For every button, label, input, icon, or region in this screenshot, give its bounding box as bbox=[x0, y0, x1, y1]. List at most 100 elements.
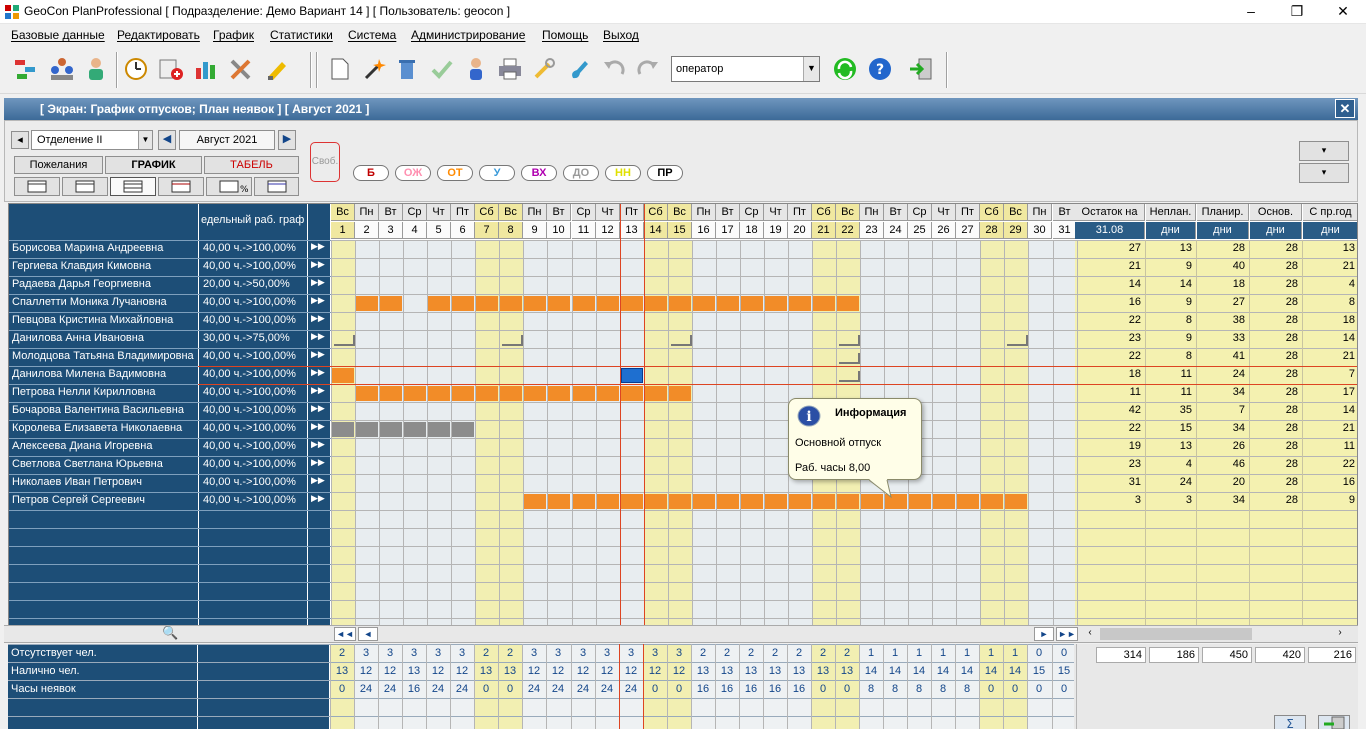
expand-row-icon[interactable]: ▶▶ bbox=[311, 277, 329, 288]
day-number-header[interactable]: 13 bbox=[620, 222, 644, 239]
absence-cell[interactable] bbox=[356, 296, 378, 311]
sum-icon[interactable]: Σ bbox=[1274, 715, 1306, 729]
day-number-header[interactable]: 12 bbox=[596, 222, 620, 239]
absence-cell[interactable] bbox=[717, 494, 739, 509]
legend-item[interactable]: ДО bbox=[563, 165, 599, 181]
chevron-down-icon[interactable]: ▼ bbox=[803, 57, 819, 81]
magic-wand-icon[interactable] bbox=[360, 56, 388, 82]
brush-icon[interactable] bbox=[565, 56, 593, 82]
scroll-prev-icon[interactable]: ◄ bbox=[358, 627, 378, 641]
employee-name[interactable]: Молодцова Татьяна Владимировна bbox=[12, 350, 196, 362]
day-number-header[interactable]: 10 bbox=[547, 222, 571, 239]
absence-cell[interactable] bbox=[380, 296, 402, 311]
absence-cell[interactable] bbox=[573, 386, 595, 401]
absence-cell[interactable] bbox=[621, 386, 643, 401]
redo-icon[interactable] bbox=[634, 56, 662, 82]
expand-row-icon[interactable]: ▶▶ bbox=[311, 331, 329, 342]
view-button[interactable]: % bbox=[206, 177, 252, 196]
absence-cell[interactable] bbox=[1005, 494, 1027, 509]
expand-row-icon[interactable]: ▶▶ bbox=[311, 421, 329, 432]
absence-cell[interactable] bbox=[452, 386, 474, 401]
absence-cell[interactable] bbox=[356, 386, 378, 401]
employee-name[interactable]: Алексеева Диана Игоревна bbox=[12, 440, 196, 452]
chevron-down-icon[interactable]: ▼ bbox=[138, 131, 152, 149]
absence-cell[interactable] bbox=[380, 422, 402, 437]
absence-cell[interactable] bbox=[476, 386, 498, 401]
absence-cell[interactable] bbox=[669, 296, 691, 311]
day-number-header[interactable]: 21 bbox=[812, 222, 836, 239]
scroll-down-button[interactable]: ▾ bbox=[1299, 163, 1349, 183]
absence-cell[interactable] bbox=[548, 494, 570, 509]
absence-cell[interactable] bbox=[548, 296, 570, 311]
absence-cell[interactable] bbox=[476, 296, 498, 311]
menu-edit[interactable]: Редактировать bbox=[117, 28, 200, 42]
expand-row-icon[interactable]: ▶▶ bbox=[311, 475, 329, 486]
day-number-header[interactable]: 7 bbox=[475, 222, 499, 239]
view-button[interactable] bbox=[14, 177, 60, 196]
absence-cell[interactable] bbox=[332, 422, 354, 437]
absence-cell[interactable] bbox=[452, 296, 474, 311]
view-button[interactable] bbox=[62, 177, 108, 196]
day-number-header[interactable]: 27 bbox=[956, 222, 980, 239]
chart-icon[interactable] bbox=[192, 56, 220, 82]
absence-cell[interactable] bbox=[789, 296, 811, 311]
nav-left-icon[interactable]: ◂ bbox=[11, 131, 29, 149]
expand-row-icon[interactable]: ▶▶ bbox=[311, 493, 329, 504]
absence-cell[interactable] bbox=[573, 296, 595, 311]
expand-row-icon[interactable]: ▶▶ bbox=[311, 349, 329, 360]
legend-item[interactable]: ПР bbox=[647, 165, 683, 181]
absence-cell[interactable] bbox=[741, 494, 763, 509]
day-number-header[interactable]: 3 bbox=[379, 222, 403, 239]
absence-cell[interactable] bbox=[981, 494, 1003, 509]
day-number-header[interactable]: 14 bbox=[644, 222, 668, 239]
absence-cell[interactable] bbox=[573, 494, 595, 509]
absence-cell[interactable] bbox=[765, 296, 787, 311]
day-number-header[interactable]: 6 bbox=[451, 222, 475, 239]
tab-wishes[interactable]: Пожелания bbox=[14, 156, 103, 174]
help-icon[interactable]: ? bbox=[866, 56, 894, 82]
absence-cell[interactable] bbox=[500, 386, 522, 401]
absence-cell[interactable] bbox=[645, 386, 667, 401]
day-number-header[interactable]: 23 bbox=[860, 222, 884, 239]
day-number-header[interactable]: 17 bbox=[716, 222, 740, 239]
legend-item[interactable]: ВХ bbox=[521, 165, 557, 181]
employee-name[interactable]: Николаев Иван Петрович bbox=[12, 476, 196, 488]
employee-name[interactable]: Королева Елизавета Николаевна bbox=[12, 422, 196, 434]
add-schedule-icon[interactable] bbox=[157, 56, 185, 82]
employee-name[interactable]: Светлова Светлана Юрьевна bbox=[12, 458, 196, 470]
refresh-icon[interactable] bbox=[831, 56, 859, 82]
expand-row-icon[interactable]: ▶▶ bbox=[311, 259, 329, 270]
expand-row-icon[interactable]: ▶▶ bbox=[311, 313, 329, 324]
expand-row-icon[interactable]: ▶▶ bbox=[311, 385, 329, 396]
absence-cell[interactable] bbox=[837, 296, 859, 311]
absence-cell[interactable] bbox=[669, 494, 691, 509]
close-screen-icon[interactable]: ✕ bbox=[1335, 99, 1355, 118]
day-number-header[interactable]: 4 bbox=[403, 222, 427, 239]
absence-cell[interactable] bbox=[645, 296, 667, 311]
absence-cell[interactable] bbox=[621, 296, 643, 311]
employee-name[interactable]: Петров Сергей Сергеевич bbox=[12, 494, 196, 506]
scroll-next-icon[interactable]: ► bbox=[1034, 627, 1054, 641]
absence-cell[interactable] bbox=[404, 422, 426, 437]
scroll-first-icon[interactable]: ◄◄ bbox=[334, 627, 356, 641]
delete-icon[interactable] bbox=[393, 56, 421, 82]
edit-tools-icon[interactable] bbox=[264, 56, 292, 82]
absence-cell[interactable] bbox=[933, 494, 955, 509]
selected-cell[interactable] bbox=[621, 368, 643, 383]
employee-name[interactable]: Данилова Анна Ивановна bbox=[12, 332, 196, 344]
day-number-header[interactable]: 31 bbox=[1053, 222, 1077, 239]
scrollbar-thumb[interactable] bbox=[1100, 628, 1252, 640]
scroll-up-button[interactable]: ▾ bbox=[1299, 141, 1349, 161]
absence-cell[interactable] bbox=[645, 494, 667, 509]
day-number-header[interactable]: 28 bbox=[980, 222, 1004, 239]
absence-cell[interactable] bbox=[693, 296, 715, 311]
settings-wrench-icon[interactable] bbox=[530, 56, 558, 82]
free-slot-legend[interactable]: Своб. bbox=[310, 142, 340, 182]
absence-cell[interactable] bbox=[693, 494, 715, 509]
absence-cell[interactable] bbox=[813, 296, 835, 311]
operator-select[interactable]: оператор ▼ bbox=[671, 56, 820, 82]
check-icon[interactable] bbox=[428, 56, 456, 82]
export-icon[interactable] bbox=[1318, 715, 1350, 729]
view-button[interactable] bbox=[158, 177, 204, 196]
absence-cell[interactable] bbox=[765, 494, 787, 509]
